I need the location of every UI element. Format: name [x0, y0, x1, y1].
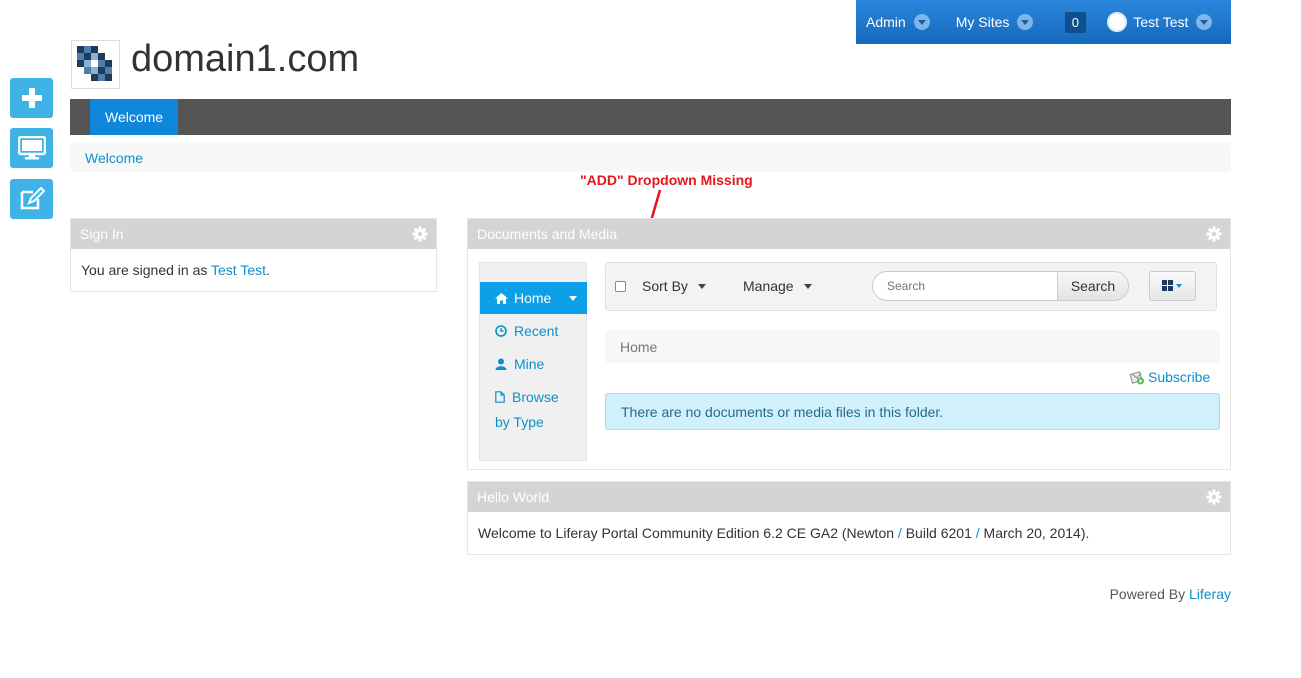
- powered-by-text: Powered By: [1109, 586, 1189, 602]
- user-menu[interactable]: Test Test: [1099, 0, 1222, 44]
- subscribe-link[interactable]: Subscribe: [1129, 369, 1210, 385]
- signin-text: You are signed in as: [81, 262, 211, 278]
- nav-mine-label: Mine: [514, 356, 545, 372]
- sort-by-dropdown[interactable]: Sort By: [642, 278, 706, 294]
- welcome-text: Welcome to Liferay Portal Community Edit…: [478, 525, 895, 541]
- notifications-button[interactable]: 0: [1051, 0, 1099, 44]
- user-link[interactable]: Test Test: [211, 262, 266, 278]
- preview-button[interactable]: [10, 128, 53, 168]
- subscribe-icon: [1129, 371, 1144, 385]
- documents-toolbar: Sort By Manage Search: [605, 262, 1217, 311]
- annotation-label: "ADD" Dropdown Missing: [580, 172, 753, 188]
- signin-message: You are signed in as Test Test.: [71, 249, 436, 291]
- my-sites-label: My Sites: [955, 14, 1010, 30]
- preview-icon: [17, 136, 46, 160]
- notification-count: 0: [1064, 11, 1086, 33]
- caret-down-icon: [803, 283, 812, 289]
- empty-folder-message: There are no documents or media files in…: [605, 393, 1220, 430]
- portlet-title-bar: Documents and Media: [468, 219, 1230, 249]
- nav-recent[interactable]: Recent: [495, 323, 558, 339]
- footer: Powered By Liferay: [1110, 586, 1231, 602]
- caret-down-icon: [697, 283, 706, 289]
- display-style-button[interactable]: [1149, 271, 1196, 301]
- admin-menu[interactable]: Admin: [856, 0, 940, 44]
- gear-icon[interactable]: [412, 226, 428, 242]
- hello-world-message: Welcome to Liferay Portal Community Edit…: [468, 512, 1230, 554]
- portlet-title: Documents and Media: [477, 226, 618, 242]
- clock-icon: [495, 325, 507, 337]
- user-icon: [495, 358, 507, 370]
- nav-tab-welcome[interactable]: Welcome: [90, 99, 179, 135]
- nav-recent-label: Recent: [514, 323, 559, 339]
- portlet-title: Hello World: [477, 489, 550, 505]
- nav-mine[interactable]: Mine: [495, 356, 544, 372]
- separator: /: [971, 525, 984, 541]
- nav-home[interactable]: Home: [480, 282, 587, 314]
- nav-browse-label-1: Browse: [512, 389, 559, 405]
- nav-browse-label-2: by Type: [495, 414, 544, 430]
- gear-icon[interactable]: [1206, 226, 1222, 242]
- grid-view-icon: [1161, 280, 1182, 291]
- main-navigation: Welcome: [70, 99, 1231, 135]
- nav-home-label: Home: [514, 290, 552, 306]
- documents-navigation: Home Recent Mine Browse by Type: [479, 262, 587, 461]
- documents-media-portlet: Documents and Media Home Recent Mine Bro…: [467, 218, 1231, 470]
- chevron-down-icon: [1196, 14, 1213, 30]
- chevron-down-icon: [1017, 14, 1034, 30]
- separator: /: [894, 525, 906, 541]
- search-button[interactable]: Search: [1057, 271, 1129, 301]
- admin-label: Admin: [866, 14, 906, 30]
- manage-label: Manage: [743, 278, 794, 294]
- logo-icon: [77, 46, 114, 81]
- hello-world-portlet: Hello World Welcome to Liferay Portal Co…: [467, 481, 1231, 555]
- date-text: March 20, 2014).: [983, 525, 1090, 541]
- site-logo[interactable]: [71, 40, 120, 89]
- portlet-title-bar: Sign In: [71, 219, 436, 249]
- file-icon: [495, 391, 505, 403]
- edit-icon: [20, 187, 45, 210]
- build-text: Build 6201: [905, 525, 972, 541]
- nav-browse-by-type[interactable]: Browse by Type: [495, 389, 559, 430]
- breadcrumb-item-welcome[interactable]: Welcome: [85, 150, 143, 166]
- add-icon: [21, 88, 42, 108]
- edit-button[interactable]: [10, 179, 53, 219]
- documents-breadcrumb[interactable]: Home: [605, 330, 1220, 363]
- select-all-checkbox[interactable]: [615, 281, 626, 292]
- dockbar: Admin My Sites 0 Test Test: [856, 0, 1231, 44]
- signin-text-suffix: .: [266, 262, 270, 278]
- chevron-down-icon: [913, 14, 930, 30]
- portlet-title-bar: Hello World: [468, 482, 1230, 512]
- add-button[interactable]: [10, 78, 53, 118]
- caret-down-icon[interactable]: [569, 296, 577, 301]
- manage-dropdown[interactable]: Manage: [743, 278, 812, 294]
- search-input[interactable]: [872, 271, 1058, 301]
- home-icon: [495, 292, 508, 304]
- user-name: Test Test: [1133, 14, 1189, 30]
- signin-portlet: Sign In You are signed in as Test Test.: [70, 218, 437, 292]
- my-sites-menu[interactable]: My Sites: [940, 0, 1044, 44]
- breadcrumb: Welcome: [70, 142, 1231, 172]
- avatar: [1107, 12, 1128, 32]
- portlet-title: Sign In: [80, 226, 124, 242]
- subscribe-label: Subscribe: [1148, 369, 1211, 385]
- liferay-link[interactable]: Liferay: [1189, 586, 1231, 602]
- sort-by-label: Sort By: [642, 278, 688, 294]
- site-name[interactable]: domain1.com: [131, 38, 359, 81]
- gear-icon[interactable]: [1206, 489, 1222, 505]
